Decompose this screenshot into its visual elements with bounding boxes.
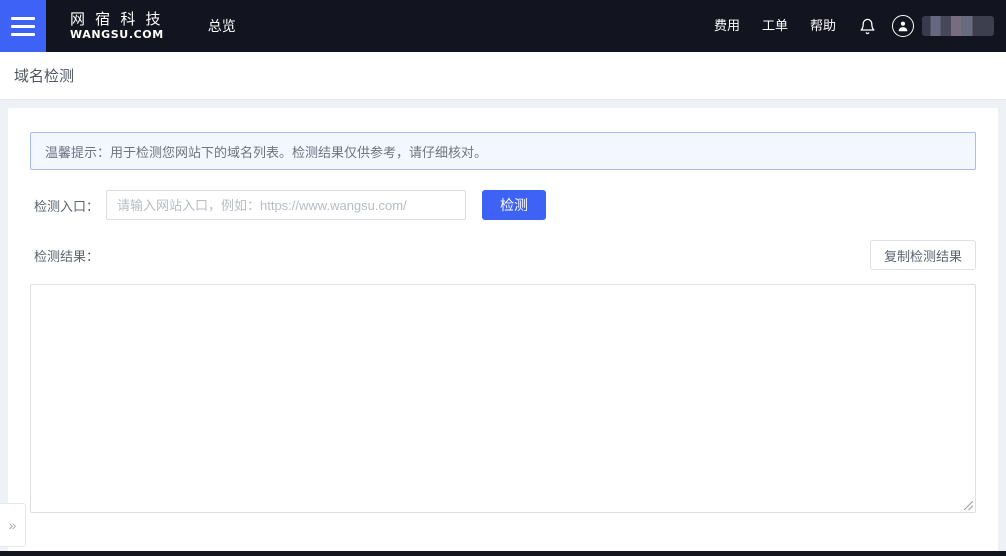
user-avatar-icon[interactable] — [892, 15, 914, 37]
result-textarea-wrapper — [30, 284, 976, 513]
detect-result-label: 检测结果： — [34, 248, 100, 264]
top-header: 网 宿 科 技 WANGSU.COM 总览 费用 工单 帮助 — [0, 0, 1006, 52]
detect-button[interactable]: 检测 — [482, 190, 546, 220]
detect-result-row: 检测结果： 复制检测结果 — [30, 240, 976, 270]
nav-item-overview[interactable]: 总览 — [202, 0, 242, 52]
hamburger-bar — [11, 32, 35, 36]
brand-logo[interactable]: 网 宿 科 技 WANGSU.COM — [70, 11, 164, 41]
logo-text-cn: 网 宿 科 技 — [70, 11, 164, 28]
page-title-bar: 域名检测 — [0, 52, 1006, 100]
detect-entry-row: 检测入口： 检测 — [30, 190, 976, 220]
detect-entry-input[interactable] — [106, 190, 466, 220]
chevron-double-right-icon: » — [8, 517, 17, 533]
logo-text-en: WANGSU.COM — [70, 28, 164, 41]
tip-banner: 温馨提示：用于检测您网站下的域名列表。检测结果仅供参考，请仔细核对。 — [30, 132, 976, 170]
bottom-edge-strip — [0, 551, 1006, 556]
content-card: 温馨提示：用于检测您网站下的域名列表。检测结果仅供参考，请仔细核对。 检测入口：… — [8, 108, 998, 555]
header-link-help[interactable]: 帮助 — [810, 0, 836, 52]
hamburger-bar — [11, 16, 35, 20]
header-link-tickets[interactable]: 工单 — [762, 0, 788, 52]
page-body: 温馨提示：用于检测您网站下的域名列表。检测结果仅供参考，请仔细核对。 检测入口：… — [0, 100, 1006, 555]
detect-result-textarea[interactable] — [30, 284, 976, 513]
header-right-group: 费用 工单 帮助 — [714, 0, 1006, 52]
hamburger-bar — [11, 24, 35, 28]
primary-nav: 总览 — [202, 0, 242, 52]
notification-bell-icon[interactable] — [858, 17, 876, 35]
page-title: 域名检测 — [14, 68, 75, 85]
detect-entry-label: 检测入口： — [34, 198, 100, 214]
sidebar-expand-button[interactable]: » — [0, 503, 26, 547]
header-link-fees[interactable]: 费用 — [714, 0, 740, 52]
hamburger-menu-icon[interactable] — [0, 0, 46, 52]
copy-result-button[interactable]: 复制检测结果 — [869, 240, 976, 270]
username-label[interactable] — [922, 16, 994, 36]
tip-banner-text: 温馨提示：用于检测您网站下的域名列表。检测结果仅供参考，请仔细核对。 — [45, 144, 488, 160]
